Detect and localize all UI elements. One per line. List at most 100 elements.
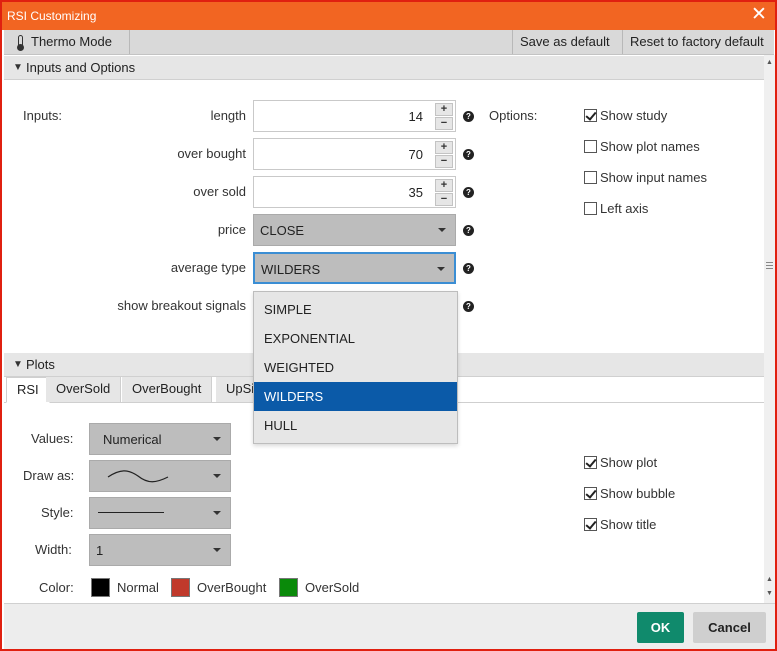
over-bought-help-icon[interactable]: ? [463, 149, 474, 160]
show-study-label: Show study [600, 108, 668, 123]
ok-button[interactable]: OK [637, 612, 684, 643]
show-title-checkbox[interactable] [584, 518, 597, 531]
over-bought-increment-button[interactable]: + [435, 141, 453, 154]
toolbar: Thermo Mode Save as default Reset to fac… [4, 30, 774, 55]
length-decrement-button[interactable]: − [435, 117, 453, 130]
draw-as-select[interactable] [89, 460, 231, 492]
normal-color-label: Normal [117, 580, 159, 595]
title-bar: RSI Customizing ✕ [2, 2, 775, 30]
price-label: price [217, 222, 246, 237]
show-study-checkbox[interactable] [584, 109, 597, 122]
tab-overbought[interactable]: OverBought [122, 377, 213, 402]
style-select[interactable] [89, 497, 231, 529]
tab-oversold[interactable]: OverSold [46, 377, 122, 402]
chevron-down-icon: ▼ [13, 62, 23, 73]
over-bought-decrement-button[interactable]: − [435, 155, 453, 168]
vertical-scrollbar[interactable]: ▲ ▲ ▼ [764, 55, 775, 603]
inputs-options-section-header[interactable]: ▼ Inputs and Options [4, 56, 764, 80]
price-value: CLOSE [260, 223, 305, 238]
length-value: 14 [408, 109, 423, 124]
color-label: Color: [39, 580, 74, 595]
average-type-help-icon[interactable]: ? [463, 263, 474, 274]
over-bought-value: 70 [408, 147, 423, 162]
width-label: Width: [35, 542, 72, 557]
thermometer-icon [17, 35, 24, 51]
inputs-options-section-title: Inputs and Options [26, 60, 136, 75]
over-sold-increment-button[interactable]: + [435, 179, 453, 192]
values-value: Numerical [103, 432, 162, 447]
dropdown-option-weighted[interactable]: WEIGHTED [254, 353, 457, 382]
length-label: length [210, 108, 246, 123]
save-as-default-button[interactable]: Save as default [512, 30, 617, 54]
average-type-label: average type [170, 260, 246, 275]
width-value: 1 [96, 543, 104, 558]
line-curve-icon [107, 470, 169, 483]
price-select[interactable]: CLOSE [253, 214, 456, 246]
oversold-color-swatch[interactable] [279, 578, 298, 597]
show-breakout-signals-label: show breakout signals [117, 298, 246, 313]
tab-rsi[interactable]: RSI [6, 377, 50, 403]
over-sold-help-icon[interactable]: ? [463, 187, 474, 198]
thermo-mode-button[interactable]: Thermo Mode [5, 30, 130, 54]
overbought-color-label: OverBought [197, 580, 267, 595]
scroll-up-icon[interactable]: ▲ [765, 58, 774, 68]
oversold-color-label: OverSold [305, 580, 360, 595]
inputs-label: Inputs: [23, 108, 63, 123]
rsi-customizing-dialog: RSI Customizing ✕ Thermo Mode Save as de… [0, 0, 777, 651]
dropdown-option-simple[interactable]: SIMPLE [254, 295, 457, 324]
caret-down-icon [213, 437, 221, 441]
values-label: Values: [31, 431, 74, 446]
show-bubble-label: Show bubble [600, 486, 676, 501]
dropdown-option-wilders[interactable]: WILDERS [254, 382, 457, 411]
show-title-label: Show title [600, 517, 657, 532]
solid-line-icon [98, 512, 164, 513]
thermo-mode-label: Thermo Mode [31, 34, 112, 49]
price-help-icon[interactable]: ? [463, 225, 474, 236]
normal-color-swatch[interactable] [91, 578, 110, 597]
caret-down-icon [437, 267, 445, 271]
length-input[interactable]: 14 + − [253, 100, 456, 132]
dropdown-option-hull[interactable]: HULL [254, 411, 457, 440]
options-label: Options: [489, 108, 538, 123]
show-plot-label: Show plot [600, 455, 658, 470]
average-type-dropdown-list: SIMPLE EXPONENTIAL WEIGHTED WILDERS HULL [253, 291, 458, 444]
caret-down-icon [213, 474, 221, 478]
over-bought-label: over bought [177, 146, 246, 161]
length-increment-button[interactable]: + [435, 103, 453, 116]
caret-down-icon [213, 511, 221, 515]
over-sold-value: 35 [408, 185, 423, 200]
plots-section-title: Plots [26, 357, 55, 372]
length-help-icon[interactable]: ? [463, 111, 474, 122]
show-plot-names-checkbox[interactable] [584, 140, 597, 153]
show-breakout-signals-help-icon[interactable]: ? [463, 301, 474, 312]
left-axis-label: Left axis [600, 201, 649, 216]
show-input-names-label: Show input names [600, 170, 707, 185]
show-plot-checkbox[interactable] [584, 456, 597, 469]
over-sold-label: over sold [193, 184, 246, 199]
chevron-down-icon: ▼ [13, 359, 23, 370]
show-bubble-checkbox[interactable] [584, 487, 597, 500]
show-input-names-checkbox[interactable] [584, 171, 597, 184]
left-axis-checkbox[interactable] [584, 202, 597, 215]
close-icon[interactable]: ✕ [747, 4, 771, 28]
over-bought-input[interactable]: 70 + − [253, 138, 456, 170]
dropdown-option-exponential[interactable]: EXPONENTIAL [254, 324, 457, 353]
average-type-value: WILDERS [261, 262, 321, 277]
draw-as-label: Draw as: [23, 468, 75, 483]
overbought-color-swatch[interactable] [171, 578, 190, 597]
reset-to-factory-default-button[interactable]: Reset to factory default [622, 30, 771, 54]
width-select[interactable]: 1 [89, 534, 231, 566]
dialog-footer: OK Cancel [4, 603, 775, 649]
scroll-up-icon[interactable]: ▲ [765, 575, 774, 585]
caret-down-icon [438, 228, 446, 232]
window-title: RSI Customizing [7, 9, 97, 23]
over-sold-decrement-button[interactable]: − [435, 193, 453, 206]
show-plot-names-label: Show plot names [600, 139, 700, 154]
cancel-button[interactable]: Cancel [693, 612, 766, 643]
scroll-down-icon[interactable]: ▼ [765, 589, 774, 599]
over-sold-input[interactable]: 35 + − [253, 176, 456, 208]
values-select[interactable]: Numerical [89, 423, 231, 455]
scroll-thumb[interactable] [766, 260, 773, 270]
caret-down-icon [213, 548, 221, 552]
average-type-select[interactable]: WILDERS [253, 252, 456, 284]
